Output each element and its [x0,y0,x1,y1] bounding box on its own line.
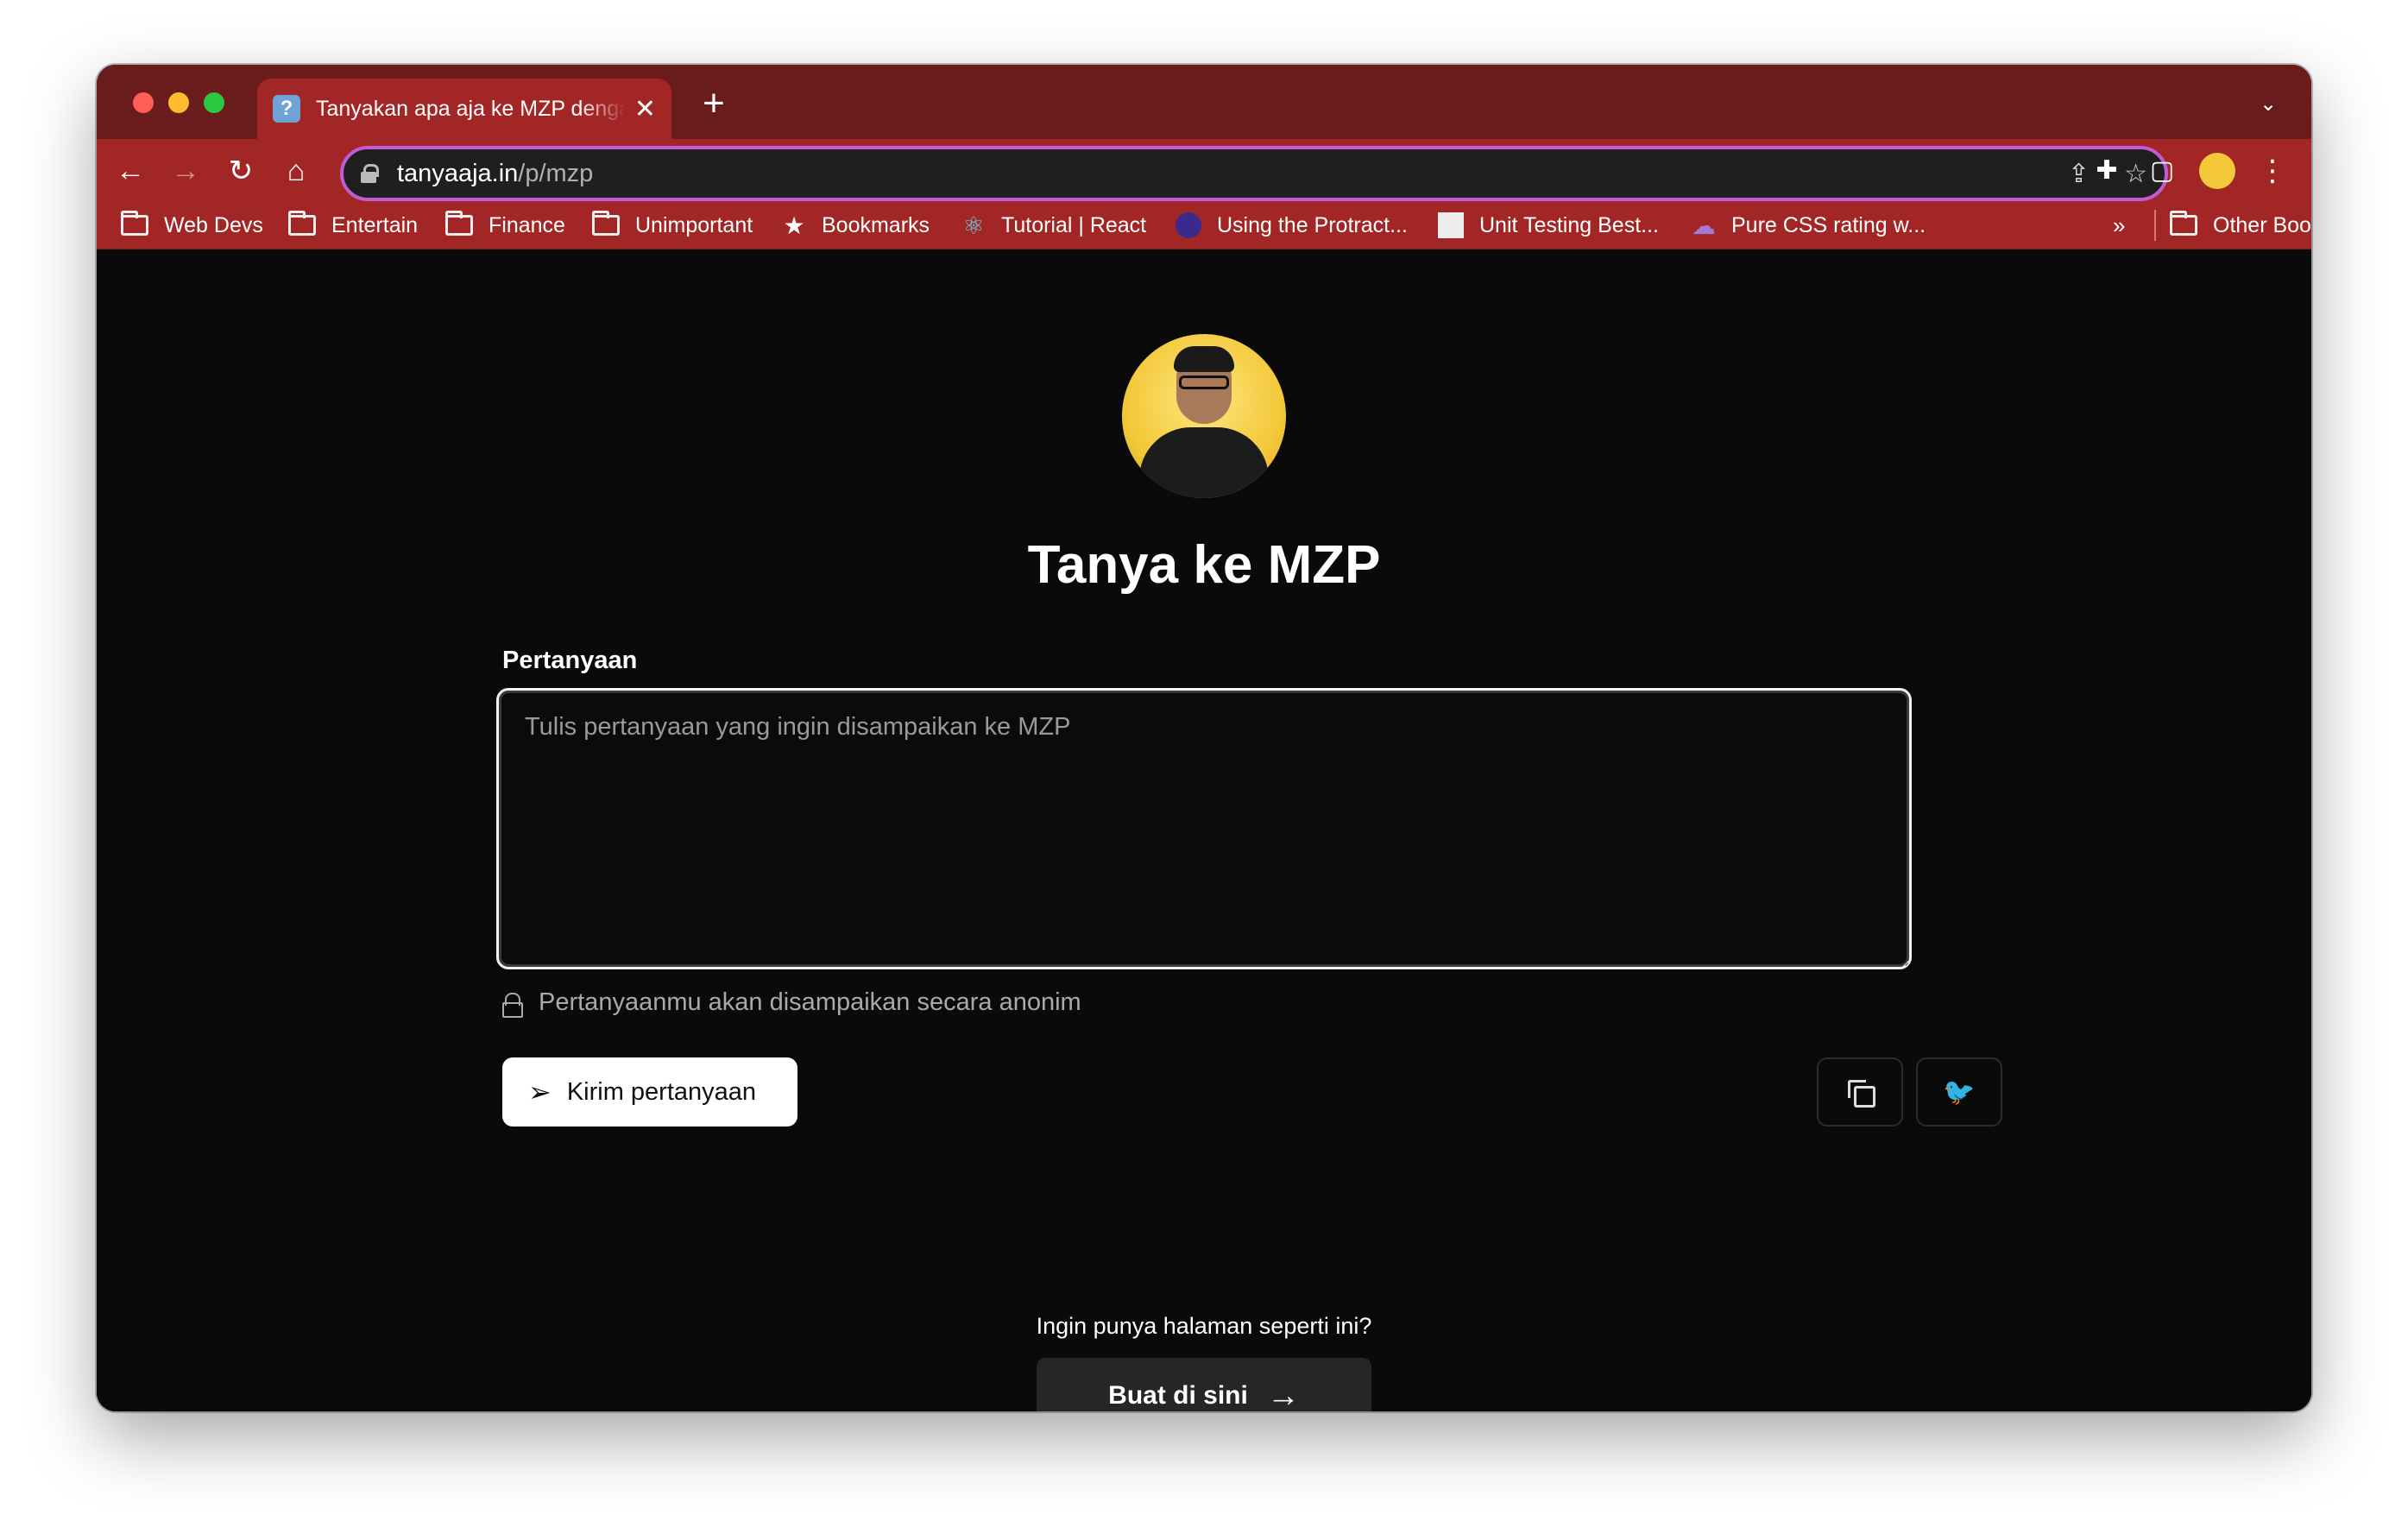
address-bar[interactable]: tanyaaja.in/p/mzp ⇪ ☆ [340,146,2168,201]
bookmark-folder-web-devs[interactable]: Web Devs [121,201,263,249]
bookmark-label: Using the Protract... [1217,212,1408,237]
bookmark-label: Finance [489,212,565,237]
forward-button[interactable]: → [166,151,205,191]
bookmark-label: Web Devs [164,212,263,237]
browser-menu-icon[interactable]: ⋮ [2253,151,2292,191]
avatar-hair-shape [1174,346,1234,372]
bookmark-folder-unimportant[interactable]: Unimportant [592,201,753,249]
bookmark-label: Bookmarks [822,212,930,237]
avatar-body-shape [1139,427,1269,498]
arrow-right-icon: → [1266,1377,1300,1412]
back-button[interactable]: ← [110,151,150,191]
folder-icon [288,211,316,236]
unit-testing-icon [1438,212,1464,238]
bookmark-unit-testing[interactable]: Unit Testing Best... [1438,201,1659,249]
reload-button[interactable]: ↻ [221,151,261,191]
bookmark-label: Other Bookmarks [2213,212,2311,237]
bookmark-label: Unit Testing Best... [1479,212,1659,237]
profile-avatar-image [1122,334,1286,498]
lock-icon [502,992,523,1018]
close-window-button[interactable] [133,92,154,113]
folder-icon [445,211,473,236]
share-twitter-button[interactable]: 🐦 [1916,1057,2002,1127]
bookmark-pure-css-rating[interactable]: ☁ Pure CSS rating w... [1690,201,1926,249]
question-textarea[interactable] [496,688,1912,969]
profile-avatar[interactable] [2197,151,2237,191]
browser-window: ? Tanyakan apa aja ke MZP dengan anonim … [97,65,2311,1411]
minimize-window-button[interactable] [168,92,189,113]
bookmark-label: Tutorial | React [1001,212,1147,237]
bookmark-label: Entertain [331,212,419,237]
bookmarks-divider [2154,210,2156,241]
extensions-icon[interactable]: ✚ [2087,151,2127,191]
page-content: Tanya ke MZP Pertanyaan Pertanyaanmu aka… [97,249,2311,1411]
create-page-button[interactable]: Buat di sini → [1037,1358,1371,1411]
cta-question: Ingin punya halaman seperti ini? [1036,1313,1372,1339]
bookmark-folder-finance[interactable]: Finance [445,201,565,249]
create-page-label: Buat di sini [1108,1381,1248,1410]
browser-toolbar: ← → ↻ ⌂ tanyaaja.in/p/mzp ⇪ ☆ ✚ ▢ ⋮ [97,139,2311,201]
zoom-window-button[interactable] [204,92,224,113]
anonymous-note-text: Pertanyaanmu akan disampaikan secara ano… [539,988,1081,1016]
avatar-glasses-shape [1179,376,1229,389]
url-path: /p/mzp [518,159,594,187]
question-label: Pertanyaan [502,647,638,674]
bookmark-tutorial-react[interactable]: ⚛ Tutorial | React [960,201,1146,249]
bookmark-label: Unimportant [635,212,753,237]
tab-favicon-icon: ? [273,95,300,123]
active-tab[interactable]: ? Tanyakan apa aja ke MZP dengan anonim … [257,79,671,139]
cloud-icon: ☁ [1692,211,1716,239]
react-icon: ⚛ [962,211,985,239]
tab-search-chevron-icon[interactable]: ⌄ [2251,87,2285,122]
tab-title: Tanyakan apa aja ke MZP dengan anonim [316,96,626,121]
folder-icon [2170,211,2197,236]
bookmark-folder-entertain[interactable]: Entertain [288,201,418,249]
home-button[interactable]: ⌂ [276,151,316,191]
tab-strip: ? Tanyakan apa aja ke MZP dengan anonim … [97,65,2311,139]
anonymous-note: Pertanyaanmu akan disampaikan secara ano… [502,988,1081,1018]
page-title: Tanya ke MZP [1027,535,1381,595]
copy-icon [1848,1080,1875,1108]
bookmark-label: Pure CSS rating w... [1731,212,1926,237]
send-question-button[interactable]: ➢ Kirim pertanyaan [502,1057,797,1127]
star-icon: ★ [783,211,805,239]
lock-icon[interactable] [361,164,379,183]
folder-icon [121,211,148,236]
folder-icon [592,211,620,236]
twitter-icon: 🐦 [1943,1077,1976,1107]
send-question-label: Kirim pertanyaan [566,1077,757,1106]
bookmark-bookmarks[interactable]: ★ Bookmarks [780,201,930,249]
other-bookmarks[interactable]: Other Bookmarks [2170,201,2311,249]
protractor-icon [1176,212,1201,238]
copy-link-button[interactable] [1817,1057,1903,1127]
bookmarks-overflow-button[interactable]: » [2113,201,2125,249]
bookmark-protractor[interactable]: Using the Protract... [1176,201,1408,249]
new-tab-button[interactable]: + [692,82,735,125]
tab-close-icon[interactable]: ✕ [634,94,656,124]
send-icon: ➢ [528,1076,552,1108]
bookmarks-bar: Web Devs Entertain Finance Unimportant ★… [97,201,2311,249]
side-panel-icon[interactable]: ▢ [2142,151,2182,191]
url-host: tanyaaja.in [397,159,519,187]
